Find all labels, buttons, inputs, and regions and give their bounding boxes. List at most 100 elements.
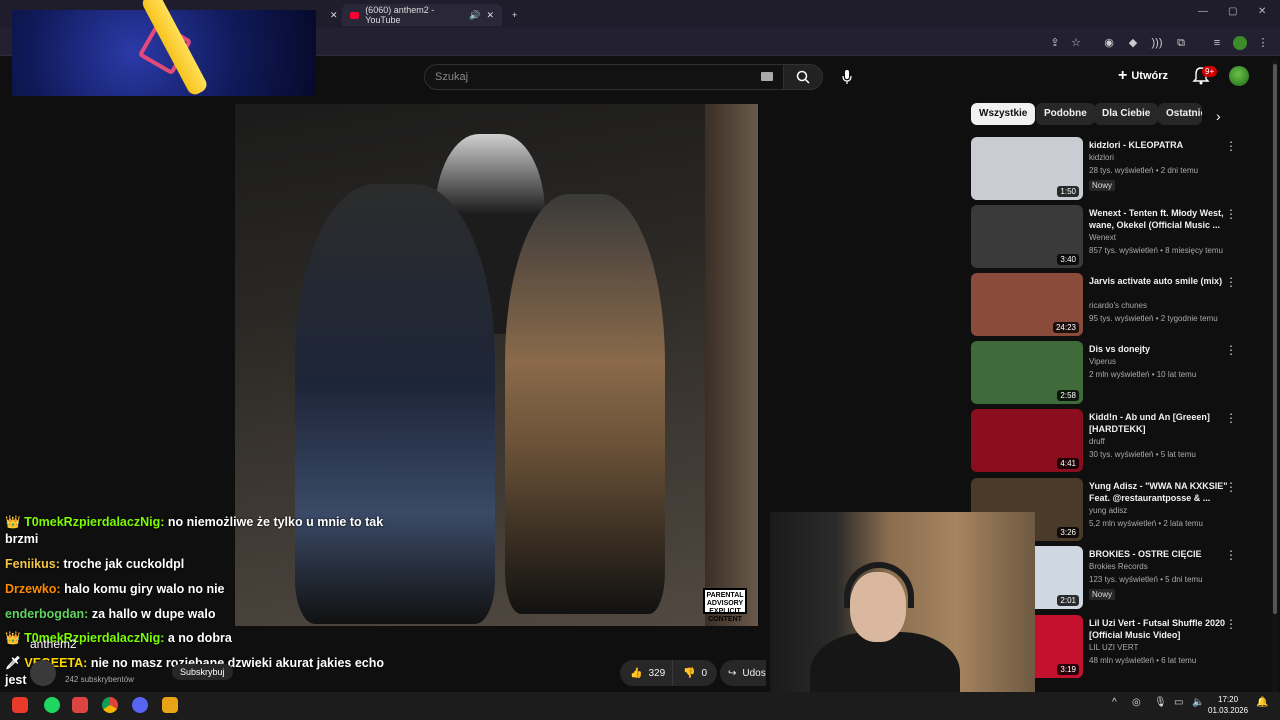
tray-mic-icon[interactable]: 🎙 (1154, 697, 1167, 708)
obs-icon[interactable] (162, 697, 178, 713)
video-channel[interactable]: LIL UZI VERT (1089, 643, 1138, 652)
video-title[interactable]: BROKIES - OSTRE CIĘCIE (1089, 548, 1229, 560)
channel-avatar[interactable] (30, 660, 56, 686)
more-options-icon[interactable]: ⋮ (1225, 617, 1237, 631)
start-menu-icon[interactable] (12, 697, 28, 713)
parental-advisory-label: PARENTAL ADVISORY EXPLICIT CONTENT (703, 588, 747, 623)
chip-related[interactable]: Podobne (1036, 103, 1095, 125)
clock-time: 17:20 (1218, 695, 1239, 704)
minimize-icon[interactable]: — (1198, 6, 1208, 17)
notification-center-icon[interactable]: 🔔 (1256, 697, 1268, 708)
tray-chevron-up-icon[interactable]: ^ (1112, 697, 1117, 708)
app-icon[interactable] (72, 697, 88, 713)
more-options-icon[interactable]: ⋮ (1225, 411, 1237, 425)
create-button[interactable]: + Utwórz (1118, 64, 1168, 88)
close-window-icon[interactable]: ✕ (1258, 6, 1266, 17)
reading-list-icon[interactable]: ≡ (1210, 36, 1224, 50)
recommendation-item[interactable]: 3:40 Wenext - Tenten ft. Młody West, wan… (971, 205, 1241, 269)
search-button[interactable] (783, 64, 823, 90)
video-title[interactable]: Wenext - Tenten ft. Młody West, wane, Ok… (1089, 207, 1229, 231)
more-options-icon[interactable]: ⋮ (1225, 480, 1237, 494)
video-duration: 2:01 (1057, 595, 1079, 606)
tray-discord-icon[interactable]: ◎ (1132, 697, 1141, 708)
recommendation-item[interactable]: 4:41 Kidd!n - Ab und An [Greeen] [HARDTE… (971, 409, 1241, 473)
browser-menu-icon[interactable]: ⋮ (1256, 36, 1270, 50)
chat-username: enderbogdan: (5, 607, 89, 621)
maximize-icon[interactable]: ▢ (1228, 6, 1237, 17)
system-clock[interactable]: 17:20 01.03.2026 (1208, 694, 1248, 716)
extension-gamepad-icon[interactable]: ◉ (1102, 36, 1116, 50)
video-channel[interactable]: Wenext (1089, 233, 1116, 242)
video-meta: 5,2 mln wyświetleń • 2 lata temu (1089, 519, 1203, 528)
video-thumbnail[interactable]: 2:58 (971, 341, 1083, 404)
new-tab-button[interactable]: + (504, 4, 525, 26)
extensions-puzzle-icon[interactable]: ⧉ (1174, 36, 1188, 50)
video-title[interactable]: Yung Adisz - "WWA NA KXKSIE" Feat. @rest… (1089, 480, 1229, 504)
recommendation-item[interactable]: 1:50 kidzlori - KLEOPATRA kidzlori 28 ty… (971, 137, 1241, 201)
chip-all[interactable]: Wszystkie (971, 103, 1036, 125)
tray-network-icon[interactable]: ▭ (1174, 697, 1183, 708)
chat-badge-icon: 👑 (5, 631, 21, 645)
share-button[interactable]: ↪ Udos (720, 660, 766, 686)
search-input[interactable]: Szukaj (424, 64, 784, 90)
keyboard-icon[interactable] (761, 72, 773, 81)
subscribe-button[interactable]: Subskrybuj (172, 664, 233, 680)
recommendation-item[interactable]: 2:58 Dis vs donejty Viperus 2 mln wyświe… (971, 341, 1241, 405)
more-options-icon[interactable]: ⋮ (1225, 207, 1237, 221)
chat-username: Drzewko: (5, 582, 61, 596)
chat-text: troche jak cuckoldpl (63, 557, 185, 571)
thumbs-up-icon: 👍 (630, 667, 643, 679)
chevron-right-icon[interactable]: › (1216, 108, 1221, 124)
video-duration: 3:26 (1057, 527, 1079, 538)
extension-diamond-icon[interactable]: ◆ (1126, 36, 1140, 50)
video-thumbnail[interactable]: 3:40 (971, 205, 1083, 268)
more-options-icon[interactable]: ⋮ (1225, 548, 1237, 562)
video-title[interactable]: Lil Uzi Vert - Futsal Shuffle 2020 [Offi… (1089, 617, 1229, 641)
discord-icon[interactable] (132, 697, 148, 713)
headset-icon (844, 562, 914, 608)
extension-audio-icon[interactable]: ))) (1150, 36, 1164, 50)
speaker-icon[interactable]: 🔊 (469, 10, 480, 21)
video-channel[interactable]: Viperus (1089, 357, 1116, 366)
video-thumbnail[interactable]: 4:41 (971, 409, 1083, 472)
chrome-icon[interactable] (102, 697, 118, 713)
video-channel[interactable]: ricardo's chunes (1089, 301, 1147, 310)
chip-for-you[interactable]: Dla Ciebie (1094, 103, 1159, 125)
scrollbar-thumb[interactable] (1273, 64, 1277, 614)
more-options-icon[interactable]: ⋮ (1225, 275, 1237, 289)
video-thumbnail[interactable]: 1:50 (971, 137, 1083, 200)
like-button[interactable]: 👍 329 (620, 660, 676, 686)
video-title[interactable]: Kidd!n - Ab und An [Greeen] [HARDTEKK] (1089, 411, 1229, 435)
windows-taskbar (0, 692, 1280, 720)
account-avatar[interactable] (1229, 66, 1249, 86)
profile-icon[interactable] (1233, 36, 1247, 50)
microphone-icon (842, 70, 852, 84)
more-options-icon[interactable]: ⋮ (1225, 139, 1237, 153)
video-channel[interactable]: Brokies Records (1089, 562, 1148, 571)
new-badge: Nowy (1089, 589, 1116, 600)
channel-name[interactable]: anthem2 (30, 637, 77, 651)
tab-close-icon[interactable]: ✕ (486, 10, 494, 21)
youtube-logo-icon (350, 11, 360, 19)
tray-volume-icon[interactable]: 🔈 (1192, 697, 1204, 708)
video-frame-wall (705, 104, 758, 626)
video-channel[interactable]: druff (1089, 437, 1105, 446)
video-meta: 48 mln wyświetleń • 6 lat temu (1089, 656, 1197, 665)
recommendation-item[interactable]: 24:23 Jarvis activate auto smile (mix) r… (971, 273, 1241, 337)
more-options-icon[interactable]: ⋮ (1225, 343, 1237, 357)
video-title[interactable]: Jarvis activate auto smile (mix) (1089, 275, 1229, 287)
video-thumbnail[interactable]: 24:23 (971, 273, 1083, 336)
dislike-button[interactable]: 👎 0 (672, 660, 718, 686)
bookmark-star-icon[interactable]: ☆ (1069, 36, 1083, 50)
video-title[interactable]: Dis vs donejty (1089, 343, 1229, 355)
tab-youtube[interactable]: (6060) anthem2 - YouTube 🔊 ✕ (342, 4, 502, 26)
chip-recent[interactable]: Ostatnio (1158, 103, 1202, 125)
notifications-badge: 9+ (1202, 66, 1218, 77)
install-icon[interactable]: ⇪ (1048, 36, 1062, 50)
spotify-icon[interactable] (44, 697, 60, 713)
video-duration: 1:50 (1057, 186, 1079, 197)
video-title[interactable]: kidzlori - KLEOPATRA (1089, 139, 1229, 151)
voice-search-button[interactable] (836, 64, 858, 90)
video-channel[interactable]: kidzlori (1089, 153, 1114, 162)
video-channel[interactable]: yung adisz (1089, 506, 1127, 515)
